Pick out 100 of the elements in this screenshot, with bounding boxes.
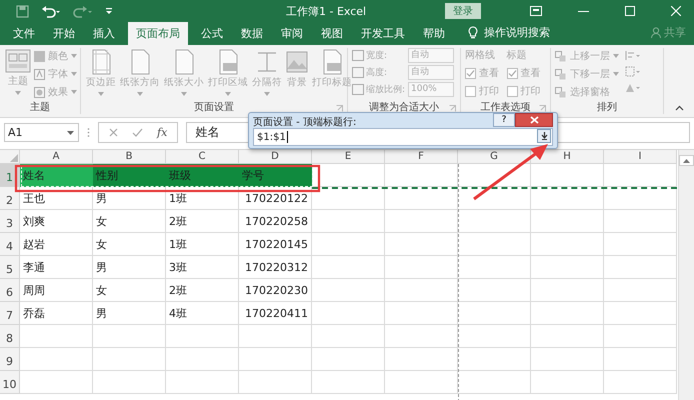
field-label: 缩放比例: — [366, 84, 406, 96]
column-header[interactable]: G — [458, 150, 531, 164]
table-cell: 1班 — [166, 233, 239, 256]
scroll-up-icon[interactable] — [679, 155, 694, 166]
table-cell: 李通 — [20, 256, 93, 279]
table-cell: 170220122 — [239, 187, 312, 210]
ribbon-tab[interactable]: 数据 — [232, 22, 272, 45]
option-heading: 网格线 — [465, 48, 496, 62]
table-cell: 3班 — [166, 256, 239, 279]
row-header[interactable]: 9 — [0, 348, 20, 371]
row-header[interactable]: 5 — [0, 256, 20, 279]
person-icon — [651, 27, 661, 38]
table-cell: 男 — [93, 302, 166, 325]
column-header[interactable]: F — [385, 150, 458, 164]
table-cell: 170220411 — [239, 302, 312, 325]
checkbox-label: 打印 — [520, 84, 540, 98]
table-cell: 王也 — [20, 187, 93, 210]
background-icon — [286, 49, 308, 75]
table-cell: 刘爽 — [20, 210, 93, 233]
ribbon-tab[interactable]: 插入 — [84, 22, 124, 45]
row-header[interactable]: 4 — [0, 233, 20, 256]
table-cell: 170220230 — [239, 279, 312, 302]
caret-icon — [613, 72, 619, 76]
caret-icon — [15, 91, 21, 95]
row-header[interactable]: 8 — [0, 325, 20, 348]
column-header[interactable]: C — [166, 150, 239, 164]
caret-icon — [71, 90, 77, 94]
ribbon-tab[interactable]: 帮助 — [414, 22, 454, 45]
login-button[interactable]: 登录 — [445, 3, 481, 19]
row-header[interactable]: 6 — [0, 279, 20, 302]
column-header[interactable]: I — [604, 150, 677, 164]
ribbon-tab[interactable]: 公式 — [192, 22, 232, 45]
undo-icon[interactable] — [41, 4, 61, 18]
column-header[interactable]: D — [239, 150, 312, 164]
row-header[interactable]: 10 — [0, 371, 20, 394]
option-heading: 标题 — [506, 48, 528, 62]
select-all-icon[interactable] — [10, 154, 18, 162]
lightbulb-icon — [468, 26, 478, 40]
expand-dialog-button[interactable] — [537, 129, 551, 143]
close-icon — [530, 116, 538, 124]
print-area-icon — [217, 49, 239, 75]
caret-icon — [71, 54, 77, 58]
insert-function-button[interactable]: fx — [157, 126, 168, 139]
redo-icon[interactable] — [73, 4, 93, 18]
themes-icon — [5, 49, 31, 73]
maximize-icon[interactable] — [625, 6, 635, 16]
down-arrow-icon — [540, 132, 548, 140]
more-icon — [87, 127, 90, 138]
table-cell: 赵岩 — [20, 233, 93, 256]
ribbon-tab[interactable]: 视图 — [312, 22, 352, 45]
group-label: 页面设置 — [194, 100, 234, 114]
save-icon[interactable] — [16, 4, 29, 18]
table-cell: 女 — [93, 233, 166, 256]
group-label: 排列 — [597, 100, 617, 114]
ribbon-tab[interactable]: 页面布局 — [128, 22, 188, 45]
effects-icon — [34, 86, 45, 98]
ribbon-tab[interactable]: 审阅 — [272, 22, 312, 45]
ribbon-tab[interactable]: 文件 — [4, 22, 44, 45]
tell-me-search[interactable]: 操作说明搜索 — [484, 25, 550, 45]
bring-forward-icon — [555, 50, 567, 62]
table-cell: 男 — [93, 256, 166, 279]
table-cell: 周周 — [20, 279, 93, 302]
enter-icon[interactable] — [132, 128, 143, 137]
column-header[interactable]: H — [531, 150, 604, 164]
caret-icon — [613, 54, 619, 58]
help-button[interactable]: ? — [493, 112, 515, 126]
column-header[interactable]: A — [20, 150, 93, 164]
ribbon-tab[interactable]: 开发工具 — [352, 22, 414, 45]
window-title: 工作簿1 - Excel — [286, 4, 368, 18]
row-header[interactable]: 3 — [0, 210, 20, 233]
table-cell: 2班 — [166, 210, 239, 233]
range-input[interactable]: $1:$1 — [253, 128, 553, 146]
row-header[interactable]: 2 — [0, 187, 20, 210]
table-cell: 2班 — [166, 279, 239, 302]
ribbon-display-icon[interactable] — [530, 6, 542, 16]
table-cell: 170220258 — [239, 210, 312, 233]
caret-icon — [67, 130, 74, 134]
name-box[interactable]: A1 — [4, 123, 79, 142]
checkbox-label: 查看 — [479, 66, 499, 80]
margins-icon — [90, 49, 112, 75]
column-header[interactable]: E — [312, 150, 385, 164]
print-titles-icon — [321, 49, 343, 75]
cancel-icon[interactable] — [109, 128, 118, 137]
font-icon — [34, 68, 45, 80]
ribbon-tab[interactable]: 开始 — [44, 22, 84, 45]
dialog-title: 页面设置 - 顶端标题行: — [253, 116, 356, 128]
customize-icon[interactable] — [105, 6, 113, 16]
close-icon[interactable] — [671, 6, 681, 16]
group-label: 调整为合适大小 — [369, 100, 439, 114]
row-header[interactable]: 7 — [0, 302, 20, 325]
table-cell: 女 — [93, 279, 166, 302]
checkbox-label: 打印 — [479, 84, 499, 98]
table-cell: 170220312 — [239, 256, 312, 279]
vertical-scrollbar[interactable] — [678, 150, 694, 400]
send-backward-icon — [555, 68, 567, 80]
caret-icon — [71, 72, 77, 76]
table-cell: 乔磊 — [20, 302, 93, 325]
column-header[interactable]: B — [93, 150, 166, 164]
close-button[interactable] — [515, 112, 553, 126]
field-label: 宽度: — [366, 50, 388, 62]
